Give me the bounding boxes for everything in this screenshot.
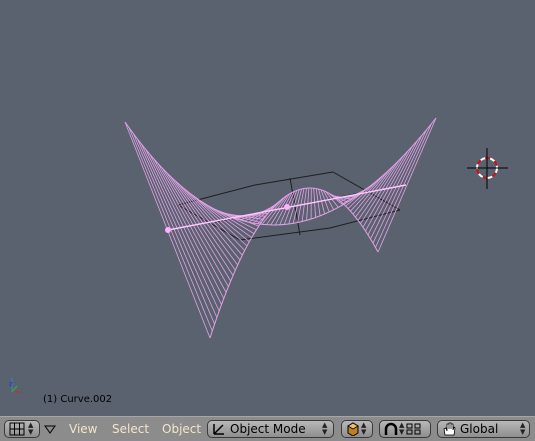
viewport-header: ▲ ▼ View Select Object Object Mode ▲ ▼ ▲ ▼ … [0,416,535,441]
menu-select[interactable]: Select [112,422,149,436]
menu-view[interactable]: View [69,422,97,436]
3d-cursor-icon[interactable] [467,148,508,189]
transform-label: Global [460,422,499,436]
hand-icon [443,422,456,436]
shaded-cube-icon [347,422,359,436]
menu-object[interactable]: Object [162,422,201,436]
collapse-menu-icon[interactable] [44,425,56,435]
control-point[interactable] [165,227,171,233]
control-point[interactable] [284,204,290,210]
grid-window-icon [9,422,25,436]
active-object-label: (1) Curve.002 [43,394,113,405]
spinner-arrows-icon: ▲ ▼ [361,421,367,436]
edit-mode-icon [213,424,224,435]
svg-text:z: z [9,380,13,388]
editor-type-button[interactable]: ▲ ▼ [4,420,40,438]
spinner-arrows-icon: ▲ ▼ [399,421,405,436]
mode-label: Object Mode [230,422,306,436]
spinner-arrows-icon: ▲ ▼ [322,421,328,436]
magnet-icon[interactable] [383,422,399,436]
layers-icon[interactable] [406,422,422,436]
axis-gizmo-icon: z [9,378,22,393]
scene [124,117,508,339]
curve-surface[interactable] [124,117,437,339]
mode-select[interactable]: Object Mode ▲ ▼ [207,420,334,438]
pivot-snap-group[interactable]: ▲ ▼ [379,420,431,438]
3d-viewport[interactable]: z (1) Curve.002 [0,0,535,416]
spinner-arrows-icon: ▲ ▼ [520,421,526,436]
draw-type-select[interactable]: ▲ ▼ [341,420,373,438]
spinner-arrows-icon: ▲ ▼ [28,421,34,436]
transform-orientation-select[interactable]: Global ▲ ▼ [437,420,530,438]
